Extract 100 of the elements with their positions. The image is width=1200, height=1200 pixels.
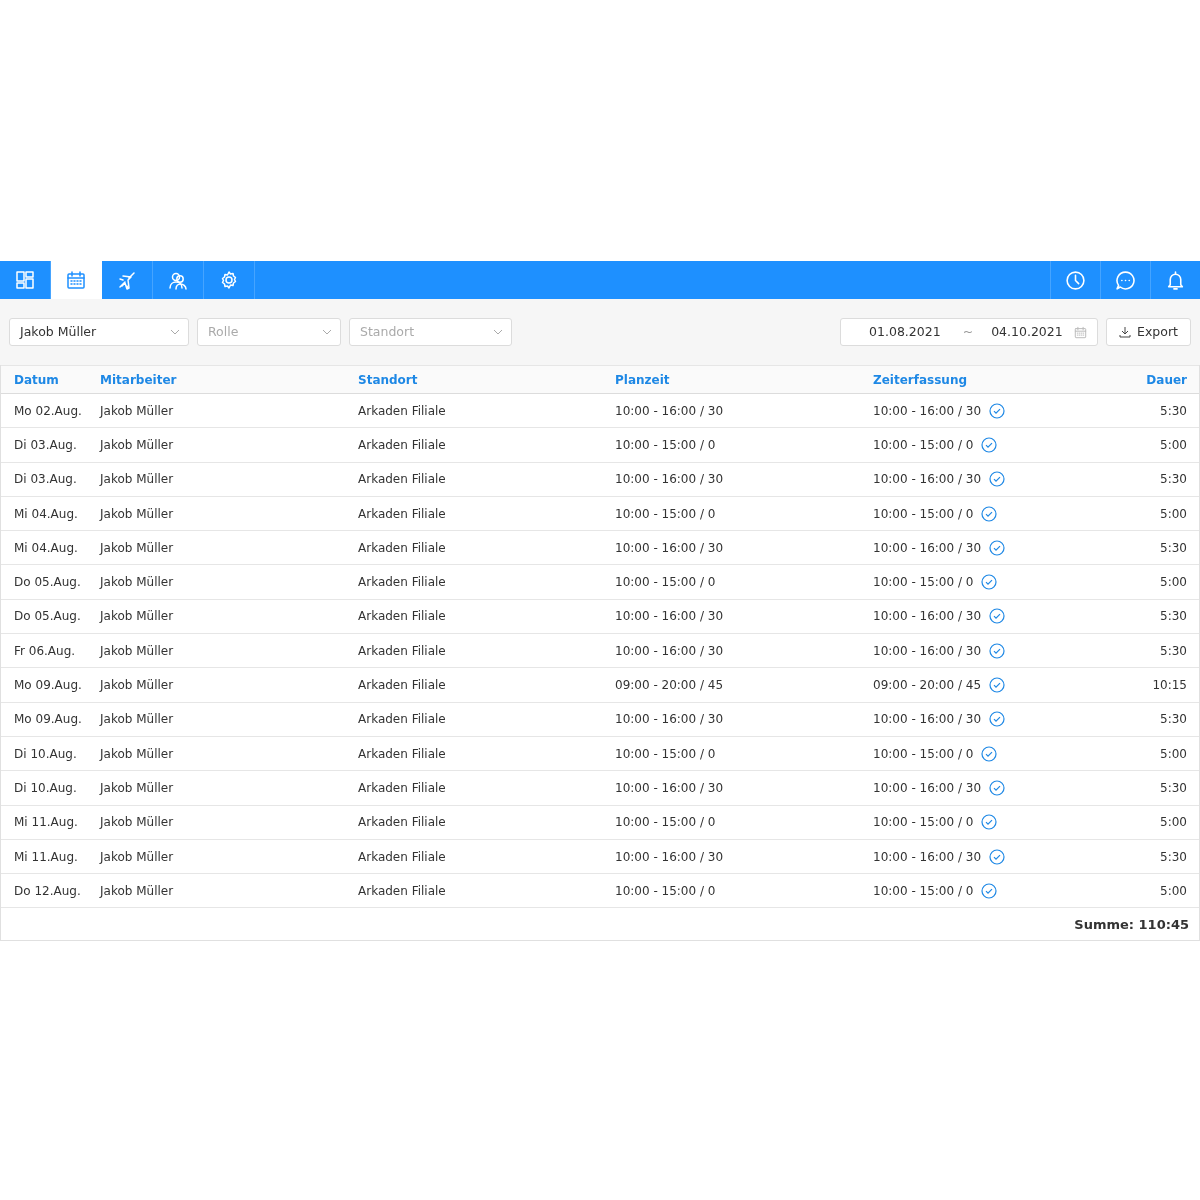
table-cell: Arkaden Filiale xyxy=(358,849,446,864)
table-cell: Arkaden Filiale xyxy=(358,815,446,830)
table-cell-text: 10:00 - 16:00 / 30 xyxy=(873,711,982,729)
table-cell: Di 03.Aug. xyxy=(14,437,77,452)
table-cell: Mi 11.Aug. xyxy=(14,849,78,864)
column-header: Datum xyxy=(13,371,60,389)
table-cell: 5:30 xyxy=(1160,712,1187,727)
table-cell: Do 12.Aug. xyxy=(14,883,81,898)
clock-icon xyxy=(1065,269,1086,291)
table-cell-text: 10:00 - 16:00 / 30 xyxy=(873,402,982,420)
table-cell: Arkaden Filiale xyxy=(358,746,446,761)
chevron-down-icon xyxy=(170,329,180,335)
table-cell: Jakob Müller xyxy=(100,506,174,521)
table-cell: Arkaden Filiale xyxy=(358,575,446,590)
table-cell: 10:00 - 16:00 / 30 xyxy=(615,403,724,418)
table-cell-text: 10:00 - 16:00 / 30 xyxy=(873,848,982,866)
table-cell: 10:00 - 16:00 / 30 xyxy=(615,849,724,864)
table-cell: Arkaden Filiale xyxy=(358,437,446,452)
chat-icon xyxy=(1115,269,1136,291)
table-cell: 5:00 xyxy=(1160,883,1187,898)
table-cell-text: 10:00 - 15:00 / 0 xyxy=(873,745,974,763)
table-cell: Jakob Müller xyxy=(100,780,174,795)
table-cell-text: 10:00 - 16:00 / 30 xyxy=(873,471,982,489)
table-cell: 10:00 - 15:00 / 0 xyxy=(615,883,716,898)
table-cell: 10:15 xyxy=(1152,678,1187,692)
date-range-field[interactable]: 01.08.2021 ~ 04.10.2021 xyxy=(840,318,1099,346)
table-cell: Mi 11.Aug. xyxy=(14,815,78,830)
table-cell-text: 09:00 - 20:00 / 45 xyxy=(873,677,982,694)
calendar-icon xyxy=(1074,325,1088,339)
table-cell: Di 03.Aug. xyxy=(14,472,77,487)
table-cell: Jakob Müller xyxy=(100,815,174,830)
table-cell: 10:00 - 15:00 / 0 xyxy=(615,575,716,590)
table-cell: 10:00 - 16:00 / 30 xyxy=(615,540,724,555)
table-cell: Arkaden Filiale xyxy=(358,609,446,624)
settings-icon xyxy=(219,270,239,290)
chevron-down-icon xyxy=(322,329,332,335)
table-cell: Mo 09.Aug. xyxy=(14,678,82,692)
table-cell: Jakob Müller xyxy=(100,678,174,692)
column-header: Zeiterfassung xyxy=(873,371,969,389)
download-icon xyxy=(1119,326,1132,338)
table-cell: 10:00 - 15:00 / 0 xyxy=(615,746,716,761)
column-header: Standort xyxy=(358,371,419,389)
table-cell: 10:00 - 16:00 / 30 xyxy=(615,780,724,795)
table-cell: Jakob Müller xyxy=(100,849,174,864)
table-cell: Arkaden Filiale xyxy=(358,643,446,658)
table-cell-text: 10:00 - 16:00 / 30 xyxy=(873,539,982,557)
export-button[interactable]: Export xyxy=(1106,318,1191,346)
table-cell: Arkaden Filiale xyxy=(358,540,446,555)
table-cell: 10:00 - 16:00 / 30 xyxy=(615,472,724,487)
table-cell: Di 10.Aug. xyxy=(14,780,77,795)
table-cell: 5:00 xyxy=(1160,575,1187,590)
table-cell-text: 10:00 - 16:00 / 30 xyxy=(873,779,982,797)
table-cell: Jakob Müller xyxy=(100,575,174,590)
table-cell: Jakob Müller xyxy=(100,712,174,727)
table-cell: Arkaden Filiale xyxy=(358,678,446,692)
table-cell: Jakob Müller xyxy=(100,540,174,555)
table-cell-text: 10:00 - 16:00 / 30 xyxy=(873,642,982,660)
table-cell-text: 10:00 - 15:00 / 0 xyxy=(873,436,974,454)
table-cell: Di 10.Aug. xyxy=(14,746,77,761)
table-cell: Jakob Müller xyxy=(100,746,174,761)
table-cell: 5:30 xyxy=(1160,849,1187,864)
table-cell: Arkaden Filiale xyxy=(358,472,446,487)
table-cell: Do 05.Aug. xyxy=(14,575,81,590)
table-cell: 5:00 xyxy=(1160,506,1187,521)
table-cell: 5:00 xyxy=(1160,746,1187,761)
select-field[interactable]: Jakob Müller xyxy=(9,318,189,346)
table-cell: 09:00 - 20:00 / 45 xyxy=(615,678,724,692)
table-cell: Mo 02.Aug. xyxy=(14,403,82,418)
table-cell: 5:30 xyxy=(1160,403,1187,418)
table-cell: Arkaden Filiale xyxy=(358,883,446,898)
nav-tab[interactable] xyxy=(51,261,102,299)
table-cell: Fr 06.Aug. xyxy=(14,643,76,658)
table-cell-text: 10:00 - 15:00 / 0 xyxy=(873,814,974,832)
table-cell: 10:00 - 16:00 / 30 xyxy=(615,609,724,624)
table-cell: Jakob Müller xyxy=(100,403,174,418)
total-sum: Summe: 110:45 xyxy=(1074,915,1189,934)
table-cell: 10:00 - 15:00 / 0 xyxy=(615,437,716,452)
table-cell: Jakob Müller xyxy=(100,643,174,658)
table-cell: 5:30 xyxy=(1160,472,1187,487)
table-cell: Jakob Müller xyxy=(100,609,174,624)
table-cell: 10:00 - 16:00 / 30 xyxy=(615,712,724,727)
calendar-icon xyxy=(66,270,86,290)
table-cell: 5:30 xyxy=(1160,643,1187,658)
table-cell-text: 10:00 - 15:00 / 0 xyxy=(873,505,974,523)
chevron-down-icon xyxy=(493,329,503,335)
table-cell-text: 10:00 - 15:00 / 0 xyxy=(873,574,974,592)
table-cell: Jakob Müller xyxy=(100,472,174,487)
table-cell: 5:30 xyxy=(1160,780,1187,795)
table-cell: Arkaden Filiale xyxy=(358,780,446,795)
table-cell: Arkaden Filiale xyxy=(358,712,446,727)
table-cell: 10:00 - 15:00 / 0 xyxy=(615,506,716,521)
table-cell-text: 10:00 - 15:00 / 0 xyxy=(873,882,974,900)
column-header: Dauer xyxy=(1145,371,1188,389)
table-cell: Mi 04.Aug. xyxy=(14,506,78,521)
plane-icon xyxy=(117,270,137,290)
table-cell: 10:00 - 15:00 / 0 xyxy=(615,815,716,830)
table-cell: Mo 09.Aug. xyxy=(14,712,82,727)
dashboard-icon xyxy=(15,270,35,290)
column-header: Mitarbeiter xyxy=(100,371,178,389)
table-cell: 5:00 xyxy=(1160,437,1187,452)
